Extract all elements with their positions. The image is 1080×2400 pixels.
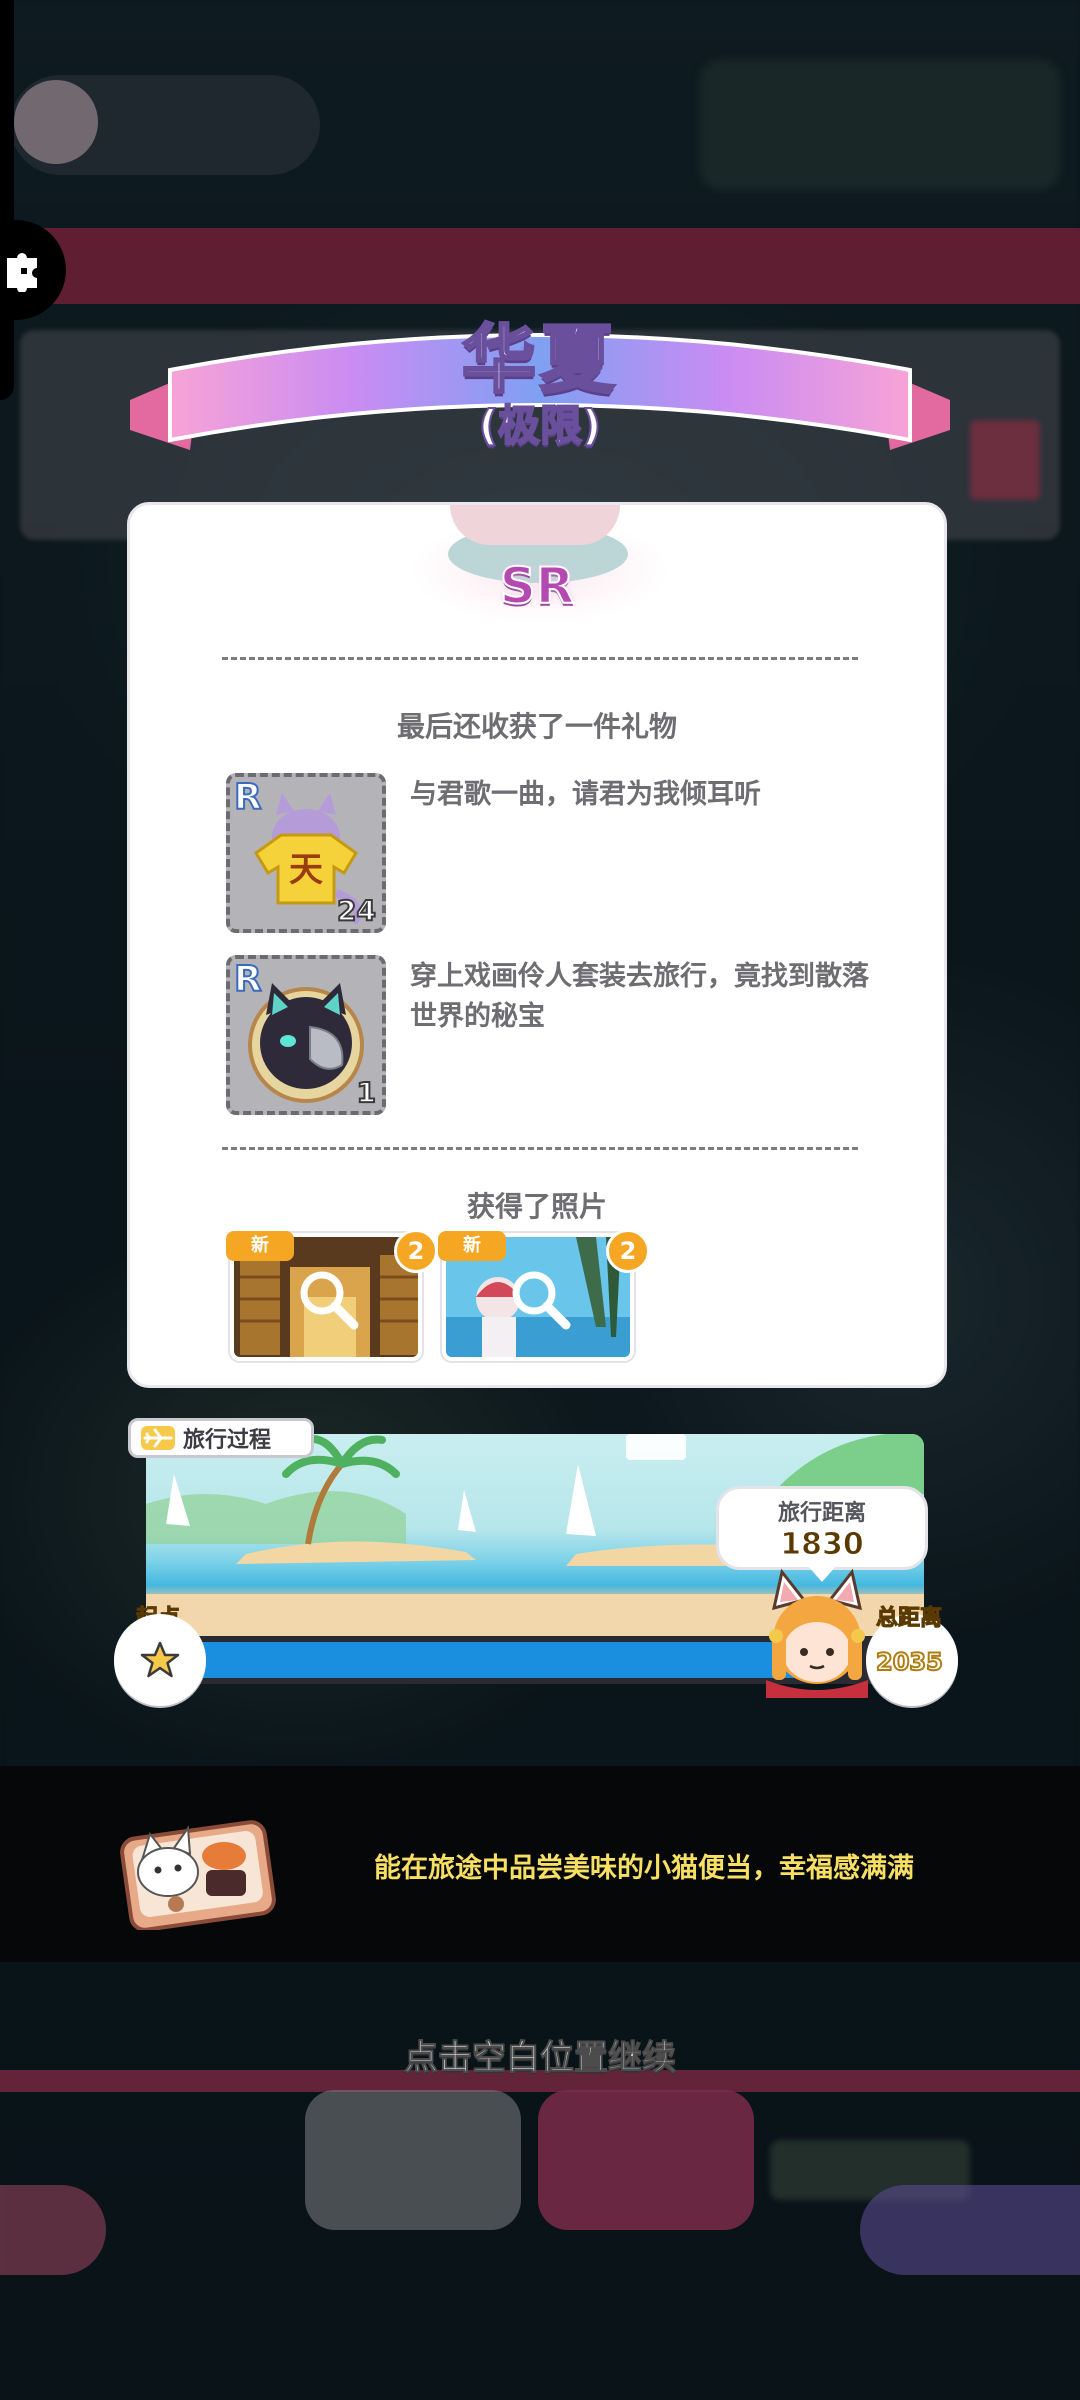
gift-count: 24 bbox=[336, 893, 377, 928]
start-node bbox=[114, 1614, 206, 1706]
distance-value: 1830 bbox=[780, 1527, 865, 1563]
continue-hint[interactable]: 点击空白位置继续 bbox=[0, 2030, 1080, 2079]
svg-text:天: 天 bbox=[289, 850, 323, 890]
new-badge: 新 bbox=[438, 1231, 506, 1261]
total-distance: 2035 bbox=[875, 1647, 944, 1677]
travel-tag: 旅行过程 bbox=[128, 1418, 314, 1458]
travel-tag-label: 旅行过程 bbox=[183, 1428, 272, 1453]
reward-panel: SR 最后还收获了一件礼物 R 天 24 与君歌一曲，请君为我倾耳听 R 1 穿… bbox=[127, 502, 947, 1388]
photo-count-badge: 2 bbox=[606, 1229, 650, 1273]
new-badge: 新 bbox=[226, 1231, 294, 1261]
gift-section-title: 最后还收获了一件礼物 bbox=[396, 710, 677, 743]
gift-rarity: R bbox=[233, 959, 263, 1001]
progress-fill bbox=[166, 1642, 838, 1678]
message-text: 能在旅途中品尝美味的小猫便当，幸福感满满 bbox=[374, 1853, 914, 1884]
gift-item-tile[interactable]: R 1 bbox=[226, 955, 386, 1115]
gift-count: 1 bbox=[355, 1075, 377, 1110]
airplane-icon bbox=[141, 1426, 175, 1450]
puzzle-icon bbox=[7, 253, 37, 292]
cat-girl-avatar bbox=[766, 1568, 868, 1698]
photo-section-title: 获得了照片 bbox=[466, 1190, 607, 1223]
sr-pedestal-top bbox=[450, 505, 620, 545]
gift-rarity: R bbox=[233, 777, 263, 819]
distance-label: 旅行距离 bbox=[777, 1501, 866, 1526]
cat-bento-icon bbox=[120, 1820, 276, 1930]
gift-item-tile[interactable]: R 天 24 bbox=[226, 773, 386, 933]
rarity-label: SR bbox=[499, 556, 576, 616]
magnifier-icon bbox=[512, 1271, 571, 1330]
star-icon bbox=[140, 1641, 180, 1678]
page-title: 华夏 bbox=[461, 316, 618, 405]
distance-bubble: 旅行距离 1830 bbox=[716, 1486, 928, 1570]
gift-description: 穿上戏画伶人套装去旅行，竟找到散落世界的秘宝 bbox=[410, 961, 869, 1032]
gift-description: 与君歌一曲，请君为我倾耳听 bbox=[410, 779, 761, 810]
magnifier-icon bbox=[300, 1271, 359, 1330]
end-label: 总距离 bbox=[875, 1606, 943, 1632]
divider bbox=[222, 657, 858, 660]
page-subtitle: (极限) bbox=[478, 400, 602, 451]
divider bbox=[222, 1147, 858, 1150]
photo-count-badge: 2 bbox=[394, 1229, 438, 1273]
